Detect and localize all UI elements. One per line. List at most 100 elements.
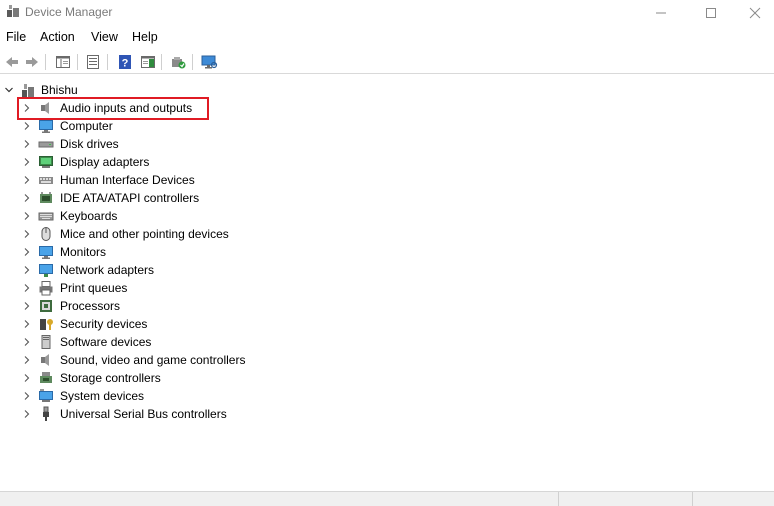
processor-icon: [38, 298, 54, 314]
menu-view[interactable]: View: [91, 30, 118, 44]
tree-item[interactable]: IDE ATA/ATAPI controllers: [0, 189, 320, 207]
tree-item[interactable]: Monitors: [0, 243, 320, 261]
tree-item[interactable]: Universal Serial Bus controllers: [0, 405, 320, 423]
monitor-icon: [38, 118, 54, 134]
tree-item-label: Keyboards: [60, 209, 118, 223]
menu-help[interactable]: Help: [132, 30, 158, 44]
tree-root-label: Bhishu: [41, 83, 78, 97]
tree-item[interactable]: Human Interface Devices: [0, 171, 320, 189]
menu-action[interactable]: Action: [40, 30, 75, 44]
mouse-icon: [38, 226, 54, 242]
tree-root[interactable]: Bhishu: [0, 81, 300, 99]
properties-icon[interactable]: [83, 52, 103, 72]
chevron-right-icon[interactable]: [21, 138, 33, 150]
chevron-right-icon[interactable]: [21, 354, 33, 366]
tree-item-label: Monitors: [60, 245, 107, 259]
maximize-icon[interactable]: [688, 0, 734, 25]
monitor-icon: [38, 244, 54, 260]
tree-item[interactable]: Security devices: [0, 315, 320, 333]
tree-item-label: Sound, video and game controllers: [60, 353, 246, 367]
tree-item[interactable]: Display adapters: [0, 153, 320, 171]
svg-text:?: ?: [122, 58, 129, 70]
status-pane: [558, 492, 692, 506]
chevron-right-icon[interactable]: [21, 120, 33, 132]
tree-item-label: Storage controllers: [60, 371, 161, 385]
disk-drive-icon: [38, 136, 54, 152]
tree-item-label: Processors: [60, 299, 121, 313]
action-pane-icon[interactable]: [138, 52, 158, 72]
tree-item-label: IDE ATA/ATAPI controllers: [60, 191, 200, 205]
tree-item-label: Software devices: [60, 335, 152, 349]
tree-item-label: Mice and other pointing devices: [60, 227, 229, 241]
tree-item-label: Computer: [60, 119, 113, 133]
system-device-icon: [38, 388, 54, 404]
tree-item[interactable]: Audio inputs and outputs: [0, 99, 320, 117]
tree-item-label: Security devices: [60, 317, 148, 331]
speaker-icon: [38, 352, 54, 368]
tree-item-label: System devices: [60, 389, 145, 403]
keyboard-icon: [38, 208, 54, 224]
tree-item[interactable]: System devices: [0, 387, 320, 405]
show-hide-console-tree-icon[interactable]: [53, 52, 73, 72]
chevron-right-icon[interactable]: [21, 246, 33, 258]
chevron-right-icon[interactable]: [21, 174, 33, 186]
chevron-right-icon[interactable]: [21, 264, 33, 276]
chevron-right-icon[interactable]: [21, 318, 33, 330]
tree-item[interactable]: Network adapters: [0, 261, 320, 279]
chevron-right-icon[interactable]: [21, 210, 33, 222]
chevron-right-icon[interactable]: [21, 282, 33, 294]
menu-file[interactable]: File: [6, 30, 26, 44]
display-adapter-icon: [38, 154, 54, 170]
chevron-right-icon[interactable]: [21, 372, 33, 384]
tree-item-label: Audio inputs and outputs: [60, 101, 193, 115]
toolbar-separator: [45, 54, 46, 70]
storage-controller-icon: [38, 370, 54, 386]
tree-item[interactable]: Computer: [0, 117, 320, 135]
chevron-right-icon[interactable]: [21, 408, 33, 420]
status-bar: [0, 491, 774, 506]
status-pane: [692, 492, 774, 506]
help-icon[interactable]: ?: [115, 52, 135, 72]
ide-controller-icon: [38, 190, 54, 206]
forward-arrow-icon[interactable]: [22, 52, 42, 72]
device-manager-icon: [6, 4, 20, 18]
chevron-right-icon[interactable]: [21, 192, 33, 204]
tree-item[interactable]: Keyboards: [0, 207, 320, 225]
menu-bar: File Action View Help: [0, 27, 774, 47]
tree-item[interactable]: Print queues: [0, 279, 320, 297]
device-tree: Bhishu Audio inputs and outputs Computer D…: [0, 79, 774, 491]
speaker-icon: [38, 100, 54, 116]
chevron-right-icon[interactable]: [21, 390, 33, 402]
chevron-right-icon[interactable]: [21, 336, 33, 348]
tree-item-label: Display adapters: [60, 155, 150, 169]
tree-item[interactable]: Mice and other pointing devices: [0, 225, 320, 243]
chevron-right-icon[interactable]: [21, 156, 33, 168]
toolbar-separator: [192, 54, 193, 70]
tree-item[interactable]: Software devices: [0, 333, 320, 351]
toolbar-separator: [107, 54, 108, 70]
tree-item[interactable]: Storage controllers: [0, 369, 320, 387]
chevron-down-icon[interactable]: [3, 84, 15, 96]
close-icon[interactable]: [732, 0, 774, 25]
back-arrow-icon[interactable]: [2, 52, 22, 72]
software-device-icon: [38, 334, 54, 350]
scan-hardware-icon[interactable]: [199, 52, 219, 72]
hid-icon: [38, 172, 54, 188]
tree-item-label: Human Interface Devices: [60, 173, 195, 187]
toolbar-separator: [161, 54, 162, 70]
tree-item[interactable]: Sound, video and game controllers: [0, 351, 320, 369]
tree-item-label: Network adapters: [60, 263, 155, 277]
chevron-right-icon[interactable]: [21, 300, 33, 312]
security-device-icon: [38, 316, 54, 332]
printer-icon: [38, 280, 54, 296]
update-driver-icon[interactable]: [168, 52, 188, 72]
computer-icon: [20, 82, 36, 98]
tree-item[interactable]: Disk drives: [0, 135, 320, 153]
minimize-icon[interactable]: [638, 0, 684, 25]
tree-item-label: Print queues: [60, 281, 128, 295]
chevron-right-icon[interactable]: [21, 228, 33, 240]
chevron-right-icon[interactable]: [21, 102, 33, 114]
usb-icon: [38, 406, 54, 422]
toolbar: ?: [0, 50, 774, 74]
tree-item[interactable]: Processors: [0, 297, 320, 315]
